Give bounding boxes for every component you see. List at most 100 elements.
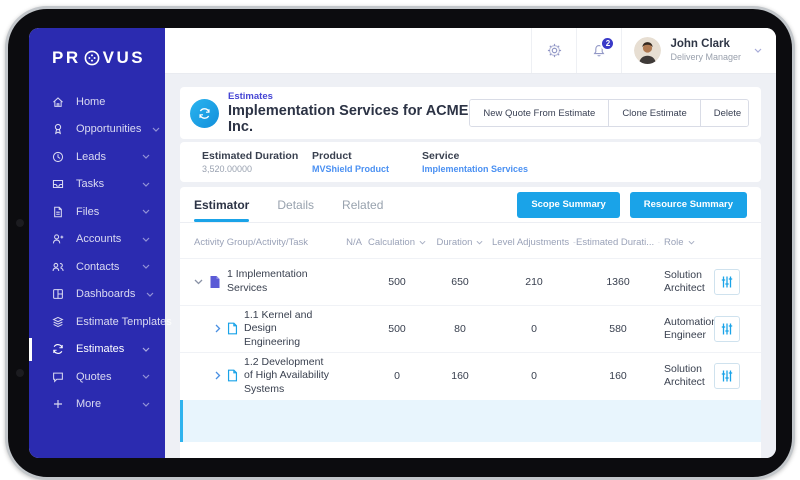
tab-estimator[interactable]: Estimator — [194, 187, 250, 222]
logo-o-icon — [84, 50, 100, 66]
user-menu[interactable]: John Clark Delivery Manager — [621, 28, 776, 73]
expand-chevron-icon[interactable] — [215, 371, 221, 380]
sidebar-item-dashboards[interactable]: Dashboards — [29, 281, 165, 309]
service-link[interactable]: Implementation Services — [422, 164, 528, 174]
chevron-down-icon — [142, 154, 150, 160]
summary-field-estimated-duration: Estimated Duration 3,520.00000 — [202, 150, 312, 175]
sidebar-item-label: Estimate Templates — [76, 315, 172, 328]
adjust-levels-button[interactable] — [714, 269, 740, 295]
estimated-duration-value: 1360 — [606, 276, 630, 288]
user-name: John Clark — [670, 37, 730, 50]
page-title: Implementation Services for ACME Inc. — [228, 103, 469, 135]
col-role[interactable]: Role — [660, 237, 714, 248]
sidebar-item-label: Dashboards — [76, 288, 136, 301]
breadcrumb[interactable]: Estimates — [228, 91, 469, 102]
col-na: N/A — [346, 236, 362, 248]
sort-chevron-icon — [688, 240, 695, 245]
level-adjustments-value: 210 — [525, 276, 543, 288]
sliders-icon — [721, 276, 733, 288]
bezel-camera-dot — [16, 369, 24, 377]
col-duration[interactable]: Duration — [428, 237, 492, 248]
tab-details[interactable]: Details — [277, 187, 314, 222]
award-icon — [51, 122, 65, 136]
sidebar-item-contacts[interactable]: Contacts — [29, 253, 165, 281]
sidebar-item-accounts[interactable]: Accounts — [29, 226, 165, 254]
content-area: Estimates Implementation Services for AC… — [165, 74, 776, 458]
sidebar: PR VUS Home Opportunities Leads Tasks Fi… — [29, 28, 191, 458]
sidebar-item-label: Leads — [76, 150, 106, 163]
user-plus-icon — [51, 232, 65, 246]
table-row[interactable]: 1.2 Development of High Availability Sys… — [180, 352, 761, 399]
main-area: 2 John Clark Delivery Manager Estimates … — [165, 28, 776, 458]
sidebar-item-home[interactable]: Home — [29, 88, 165, 116]
delete-button[interactable]: Delete — [699, 100, 749, 126]
chevron-down-icon — [754, 48, 762, 53]
calculation-value: 500 — [388, 276, 406, 288]
page-header-card: Estimates Implementation Services for AC… — [180, 87, 761, 139]
sidebar-item-estimate-templates[interactable]: Estimate Templates — [29, 308, 191, 336]
app-screen: PR VUS Home Opportunities Leads Tasks Fi… — [29, 28, 776, 458]
selected-row-partial[interactable] — [180, 400, 761, 442]
sidebar-item-tasks[interactable]: Tasks — [29, 171, 165, 199]
inbox-icon — [51, 177, 65, 191]
tabs-row: Estimator Details Related Scope Summary … — [180, 187, 761, 223]
table-row[interactable]: 1.1 Kernel and Design Engineering 500 80… — [180, 305, 761, 352]
brand-logo: PR VUS — [29, 28, 165, 68]
calculation-value: 0 — [394, 370, 400, 382]
settings-button[interactable] — [531, 28, 576, 73]
sidebar-item-estimates[interactable]: Estimates — [29, 336, 165, 364]
estimated-duration-value: 160 — [609, 370, 627, 382]
summary-value: 3,520.00000 — [202, 164, 253, 175]
topbar: 2 John Clark Delivery Manager — [165, 28, 776, 74]
home-icon — [51, 95, 65, 109]
avatar — [634, 37, 662, 64]
chevron-down-icon — [142, 347, 150, 352]
sidebar-item-files[interactable]: Files — [29, 198, 165, 226]
resource-summary-button[interactable]: Resource Summary — [629, 191, 747, 218]
sidebar-item-opportunities[interactable]: Opportunities — [29, 116, 165, 144]
summary-label: Estimated Duration — [202, 149, 299, 162]
expand-chevron-icon[interactable] — [215, 324, 221, 333]
col-estimated-duration[interactable]: Estimated Durati... — [576, 237, 660, 248]
bezel-camera-dot — [16, 219, 24, 227]
collapse-chevron-icon[interactable] — [194, 279, 203, 285]
col-level-adjustments[interactable]: Level Adjustments — [492, 237, 576, 248]
chevron-down-icon — [142, 182, 150, 187]
activity-group-doc-icon — [209, 275, 221, 289]
duration-value: 160 — [451, 370, 469, 382]
chevron-down-icon — [142, 209, 150, 215]
col-calculation[interactable]: Calculation — [366, 237, 428, 248]
sort-chevron-icon — [419, 240, 426, 245]
notifications-button[interactable]: 2 — [576, 28, 621, 73]
scope-summary-button[interactable]: Scope Summary — [517, 191, 620, 218]
sidebar-item-label: Estimates — [76, 343, 125, 356]
sidebar-nav: Home Opportunities Leads Tasks Files Acc… — [29, 88, 191, 419]
plus-icon — [51, 397, 65, 411]
adjust-levels-button[interactable] — [714, 363, 740, 389]
role-value: Solution Architect — [664, 268, 705, 294]
layers-icon — [51, 315, 65, 329]
table-header: Activity Group/Activity/Task N/A Calcula… — [180, 226, 761, 258]
activity-doc-icon — [227, 322, 238, 335]
sidebar-item-label: Quotes — [76, 370, 112, 383]
sidebar-item-label: Home — [76, 95, 106, 108]
chevron-down-icon — [146, 292, 154, 297]
table-row[interactable]: 1 Implementation Services 500 650 210 13… — [180, 258, 761, 305]
grid-icon — [51, 287, 65, 301]
new-quote-from-estimate-button[interactable]: New Quote From Estimate — [470, 100, 609, 126]
summary-card: Estimated Duration 3,520.00000 Product M… — [180, 142, 761, 182]
clone-estimate-button[interactable]: Clone Estimate — [608, 100, 700, 126]
level-adjustments-value: 0 — [531, 323, 537, 335]
sidebar-item-quotes[interactable]: Quotes — [29, 363, 165, 391]
sidebar-item-label: Files — [76, 205, 100, 218]
product-link[interactable]: MVShield Product — [312, 164, 422, 174]
sidebar-item-leads[interactable]: Leads — [29, 143, 165, 171]
tab-related[interactable]: Related — [342, 187, 383, 222]
sidebar-item-more[interactable]: More — [29, 391, 165, 419]
adjust-levels-button[interactable] — [714, 316, 740, 342]
header-action-group: New Quote From Estimate Clone Estimate D… — [469, 99, 749, 127]
duration-value: 80 — [454, 323, 466, 335]
duration-value: 650 — [451, 276, 469, 288]
logo-text-suffix: VUS — [102, 48, 146, 67]
sliders-icon — [721, 370, 733, 382]
